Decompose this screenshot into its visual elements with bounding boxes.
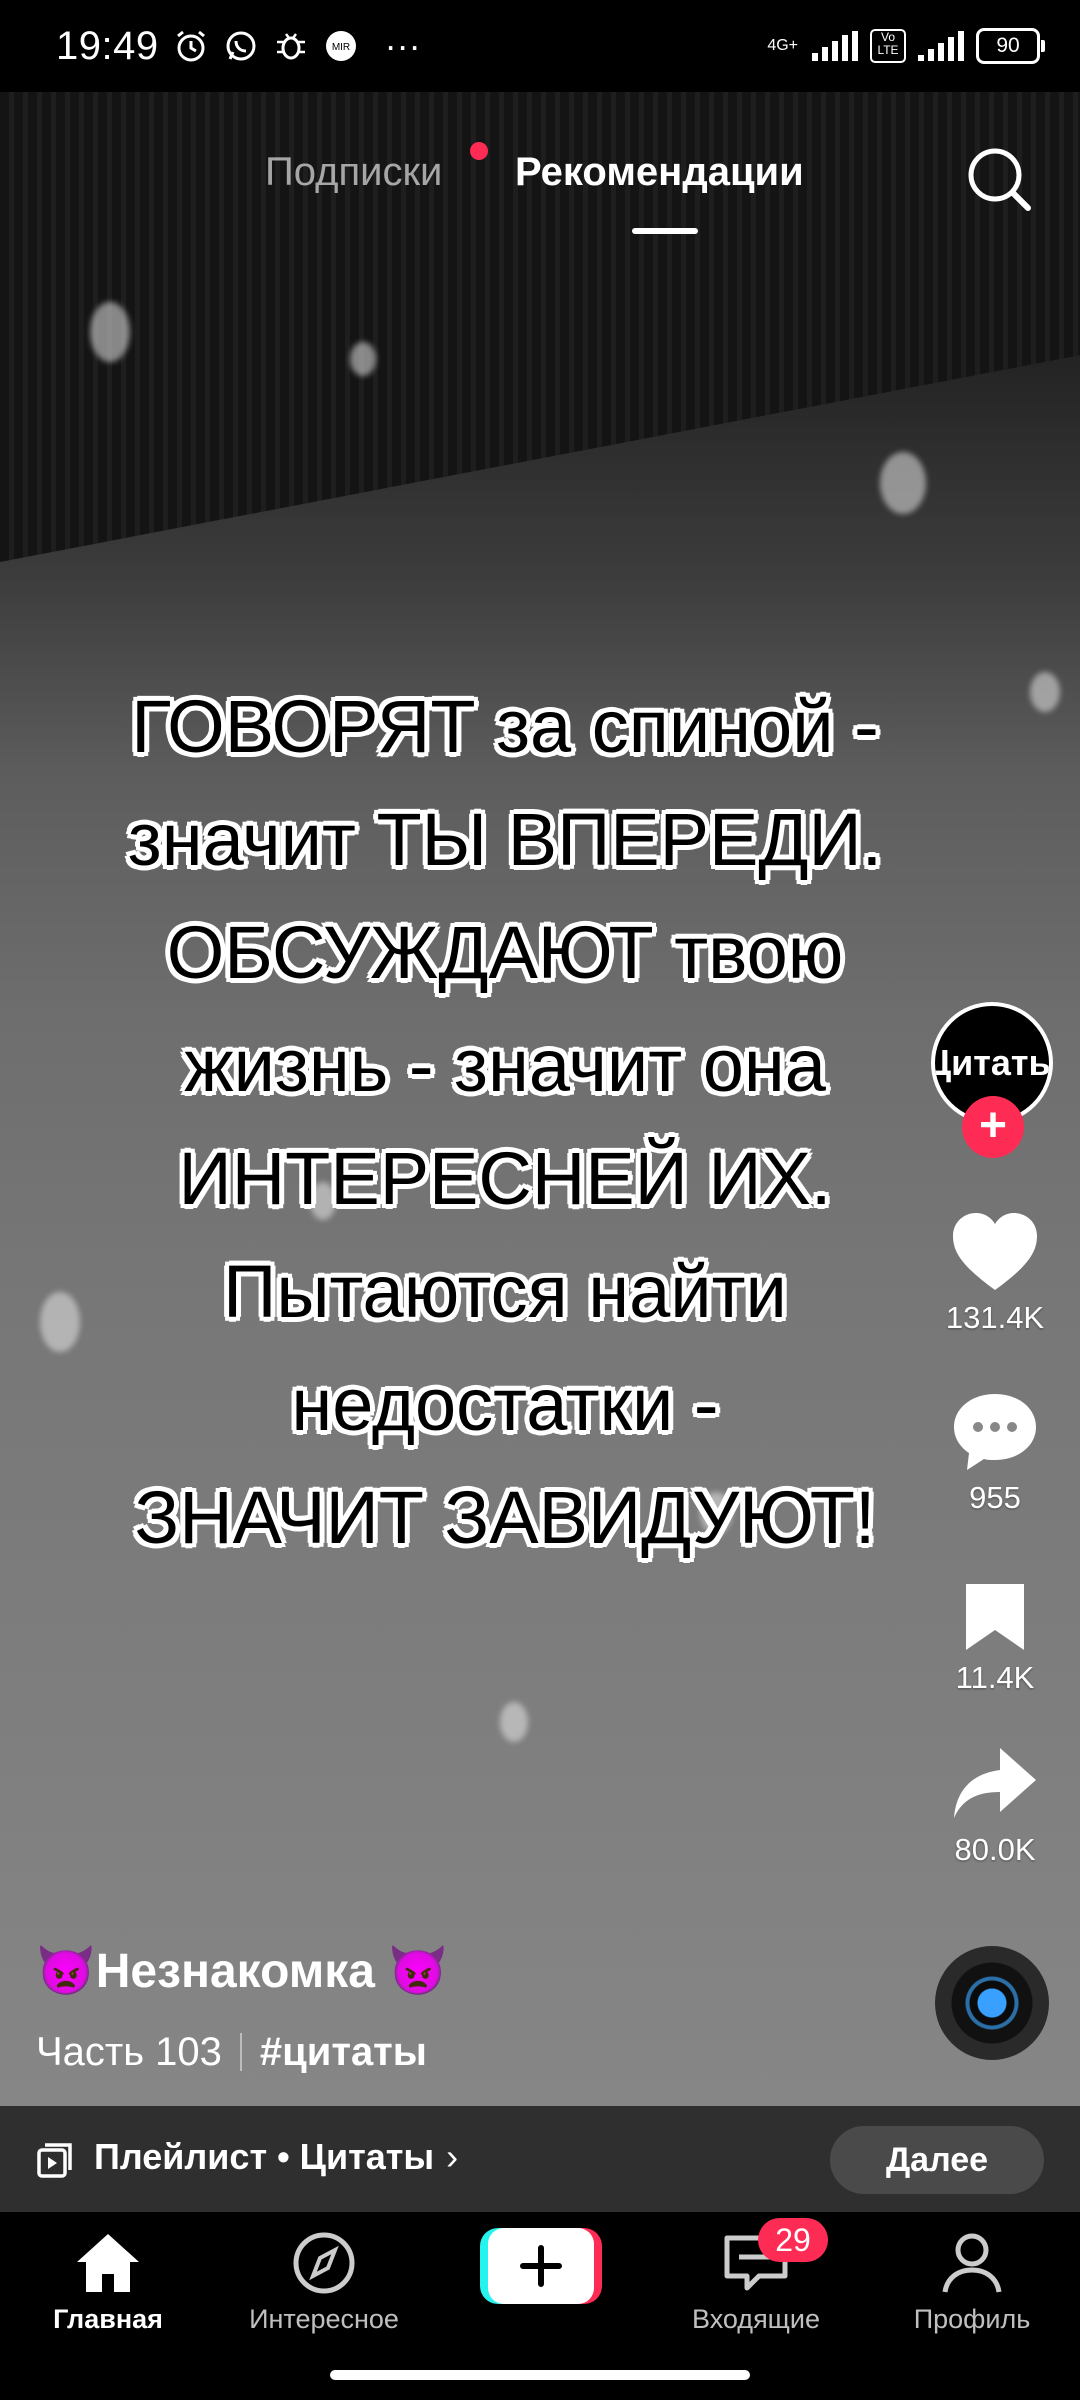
snowflake: [500, 1702, 528, 1742]
caption-line: ГОВОРЯТ за спиной -: [131, 685, 879, 768]
nav-inbox-label: Входящие: [691, 2304, 820, 2334]
battery-icon: 90: [976, 28, 1045, 64]
hashtag-link[interactable]: #цитаты: [260, 2030, 427, 2074]
caption-line: значит ТЫ ВПЕРЕДИ.: [127, 798, 883, 881]
snowflake: [350, 342, 376, 376]
tab-for-you[interactable]: Рекомендации: [515, 150, 804, 195]
volte-badge: Vo LTE: [870, 29, 906, 63]
mir-pay-icon: MIR: [323, 28, 359, 64]
status-bar: 19:49 MIR ··· 4G+ Vo LTE 90: [0, 0, 1080, 92]
avatar-text: Цитаты: [931, 1042, 1053, 1083]
next-button[interactable]: Далее: [830, 2126, 1044, 2194]
playlist-label: Плейлист • Цитаты ›: [94, 2136, 458, 2178]
caption-line: ИНТЕРЕСНЕЙ ИХ.: [178, 1137, 832, 1220]
divider: [239, 2033, 242, 2071]
inbox-badge: 29: [758, 2218, 828, 2262]
signal-2-icon: [918, 31, 964, 61]
share-button[interactable]: 80.0K: [925, 1742, 1065, 1868]
bug-icon: [273, 28, 309, 64]
caption-line: Пытаются найти: [223, 1250, 787, 1333]
follow-button[interactable]: +: [962, 1096, 1024, 1158]
bookmark-icon: [966, 1584, 1024, 1650]
part-label: Часть 103: [36, 2030, 222, 2074]
playlist-bar[interactable]: Плейлист • Цитаты › Далее: [0, 2106, 1080, 2212]
nav-discover[interactable]: Интересное: [224, 2230, 424, 2335]
snowflake: [1030, 672, 1060, 712]
svg-text:MIR: MIR: [331, 42, 349, 53]
chevron-right-icon: ›: [446, 2136, 459, 2177]
create-button[interactable]: [480, 2226, 602, 2306]
video-caption: ГОВОРЯТ за спиной - значит ТЫ ВПЕРЕДИ. О…: [0, 670, 1010, 1574]
heart-icon: [953, 1213, 1037, 1290]
feed-tabs: Подписки Рекомендации: [0, 142, 1080, 234]
home-indicator[interactable]: [330, 2370, 750, 2380]
plus-icon: [480, 2228, 602, 2304]
comment-button[interactable]: 955: [925, 1390, 1065, 1516]
caption-line: ОБСУЖДАЮТ твою: [166, 911, 844, 994]
tab-following[interactable]: Подписки: [265, 150, 442, 195]
active-tab-indicator: [632, 228, 698, 234]
alarm-icon: [173, 28, 209, 64]
caption-line: ЗНАЧИТ ЗАВИДУЮТ!: [134, 1476, 876, 1559]
nav-discover-label: Интересное: [249, 2304, 399, 2334]
comment-count: 955: [969, 1480, 1021, 1515]
compass-icon: [293, 2232, 355, 2294]
video-player[interactable]: ГОВОРЯТ за спиной - значит ТЫ ВПЕРЕДИ. О…: [0, 92, 1080, 2106]
nav-home[interactable]: Главная: [8, 2230, 208, 2335]
snowflake: [880, 452, 926, 514]
signal-1-icon: [812, 31, 858, 61]
playlist-title: Плейлист • Цитаты: [94, 2136, 435, 2177]
author-name[interactable]: 👿Незнакомка 👿: [36, 1942, 448, 1999]
profile-icon: [942, 2233, 1002, 2293]
clock: 19:49: [56, 23, 159, 68]
new-content-dot: [470, 142, 488, 160]
save-count: 11.4K: [955, 1660, 1035, 1695]
nav-profile[interactable]: Профиль: [872, 2230, 1072, 2335]
more-notifications-icon: ···: [384, 25, 421, 66]
like-count: 131.4K: [945, 1300, 1045, 1335]
caption-line: жизнь - значит она: [184, 1024, 826, 1107]
nav-profile-label: Профиль: [913, 2304, 1031, 2334]
save-button[interactable]: 11.4K: [925, 1578, 1065, 1696]
video-description: Часть 103 #цитаты: [36, 2030, 427, 2075]
search-icon: [968, 148, 1031, 211]
whatsapp-icon: [223, 28, 259, 64]
nav-home-label: Главная: [53, 2304, 163, 2334]
playlist-icon: [37, 2143, 72, 2178]
share-count: 80.0K: [954, 1832, 1036, 1867]
share-icon: [954, 1748, 1036, 1818]
comment-icon: [954, 1394, 1036, 1470]
like-button[interactable]: 131.4K: [925, 1210, 1065, 1336]
music-disc-icon[interactable]: [935, 1946, 1049, 2060]
home-icon: [77, 2234, 139, 2292]
caption-line: недостатки -: [291, 1363, 719, 1446]
search-button[interactable]: [962, 142, 1036, 216]
snowflake: [90, 302, 130, 362]
network-type: 4G+: [767, 37, 798, 54]
